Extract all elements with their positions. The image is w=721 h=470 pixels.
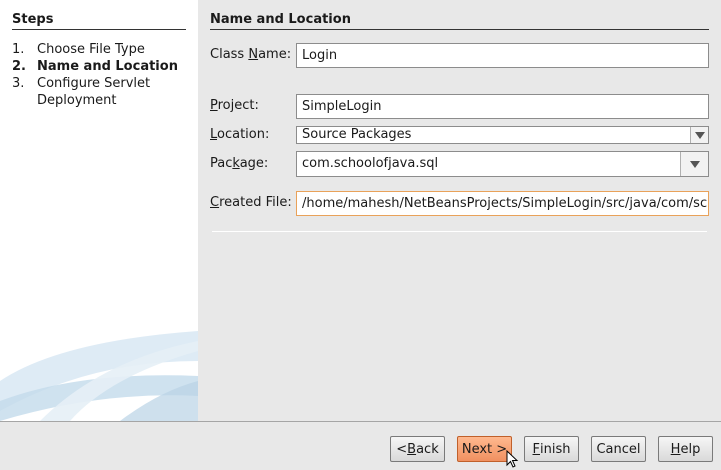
location-label: Location: (210, 127, 270, 142)
wizard-decoration-art (0, 331, 198, 421)
finish-button[interactable]: Finish (524, 436, 579, 462)
step-name-and-location: 2. Name and Location (12, 58, 196, 75)
class-name-input[interactable]: Login (296, 43, 709, 68)
step-choose-file-type: 1. Choose File Type (12, 41, 196, 58)
package-value: com.schoolofjava.sql (302, 156, 439, 171)
step-label: Configure Servlet Deployment (37, 76, 151, 108)
help-button[interactable]: Help (658, 436, 713, 462)
project-label: Project: (210, 98, 259, 113)
step-configure-servlet: 3. Configure Servlet Deployment (12, 75, 196, 109)
step-number: 3. (12, 76, 25, 91)
step-label: Choose File Type (37, 42, 145, 57)
location-value: Source Packages (302, 127, 412, 142)
created-file-field[interactable]: /home/mahesh/NetBeansProjects/SimpleLogi… (296, 191, 709, 216)
form-panel: Name and Location Class Name: Login Proj… (198, 0, 721, 421)
steps-list: 1. Choose File Type 2. Name and Location… (12, 41, 196, 109)
step-number: 1. (12, 42, 25, 57)
form-separator (212, 231, 707, 232)
cancel-button[interactable]: Cancel (591, 436, 646, 462)
steps-panel: Steps 1. Choose File Type 2. Name and Lo… (0, 0, 198, 421)
button-bar-divider (0, 421, 721, 422)
step-label: Name and Location (37, 59, 178, 74)
created-file-label: Created File: (210, 195, 292, 210)
package-combobox[interactable]: com.schoolofjava.sql (296, 151, 709, 177)
next-button[interactable]: Next > (457, 436, 512, 462)
mouse-cursor-icon (506, 450, 519, 468)
dropdown-arrow-icon[interactable] (680, 152, 708, 176)
location-dropdown[interactable]: Source Packages (296, 126, 709, 144)
class-name-label: Class Name: (210, 47, 292, 62)
steps-title: Steps (12, 12, 186, 30)
form-title: Name and Location (210, 12, 709, 30)
package-label: Package: (210, 156, 269, 171)
dropdown-arrow-icon[interactable] (690, 127, 708, 143)
step-number: 2. (12, 59, 26, 74)
project-field[interactable]: SimpleLogin (296, 94, 709, 119)
back-button[interactable]: < Back (390, 436, 445, 462)
